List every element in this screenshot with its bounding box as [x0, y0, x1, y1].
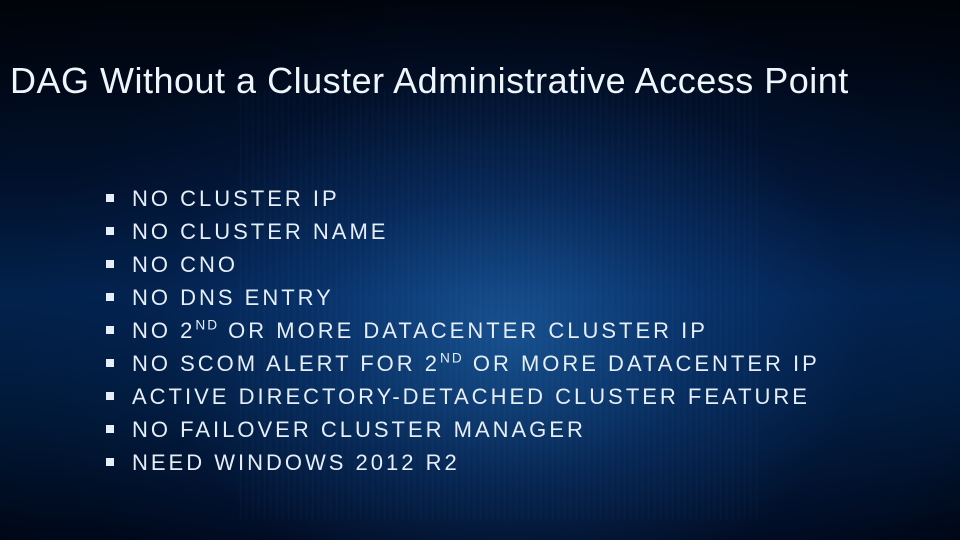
list-item: ACTIVE DIRECTORY-DETACHED CLUSTER FEATUR…	[92, 380, 820, 413]
list-item: NO FAILOVER CLUSTER MANAGER	[92, 413, 820, 446]
slide-title: DAG Without a Cluster Administrative Acc…	[10, 60, 950, 102]
list-item: NO 2ND OR MORE DATACENTER CLUSTER IP	[92, 314, 820, 347]
list-item: NO CLUSTER NAME	[92, 215, 820, 248]
list-item: NO CNO	[92, 248, 820, 281]
bullet-list: NO CLUSTER IP NO CLUSTER NAME NO CNO NO …	[92, 182, 820, 479]
list-item: NO DNS ENTRY	[92, 281, 820, 314]
bullet-sup: ND	[195, 318, 219, 333]
list-item: NO SCOM ALERT FOR 2ND OR MORE DATACENTER…	[92, 347, 820, 380]
bullet-text: NO SCOM ALERT FOR 2	[132, 351, 440, 376]
bullet-text: NO CLUSTER IP	[132, 186, 340, 211]
bullet-text: ACTIVE DIRECTORY-DETACHED CLUSTER FEATUR…	[132, 384, 810, 409]
bullet-text: NO CLUSTER NAME	[132, 219, 388, 244]
bullet-text: NO CNO	[132, 252, 238, 277]
slide: DAG Without a Cluster Administrative Acc…	[0, 0, 960, 540]
list-item: NO CLUSTER IP	[92, 182, 820, 215]
bullet-text-post: OR MORE DATACENTER CLUSTER IP	[219, 318, 708, 343]
bullet-text: NO DNS ENTRY	[132, 285, 334, 310]
bullet-text-post: OR MORE DATACENTER IP	[464, 351, 820, 376]
list-item: NEED WINDOWS 2012 R2	[92, 446, 820, 479]
bullet-sup: ND	[440, 351, 464, 366]
bullet-text: NO FAILOVER CLUSTER MANAGER	[132, 417, 586, 442]
bullet-text: NEED WINDOWS 2012 R2	[132, 450, 460, 475]
bullet-text: NO 2	[132, 318, 195, 343]
